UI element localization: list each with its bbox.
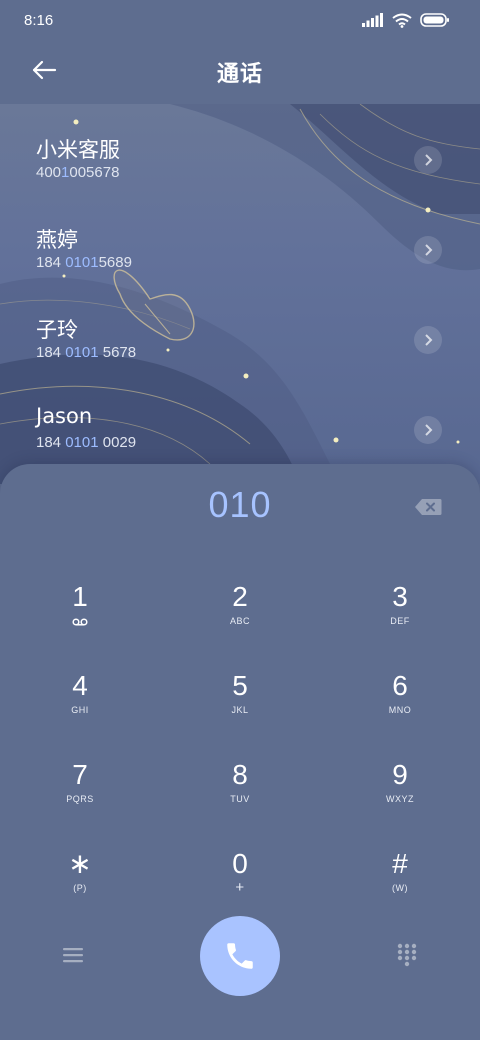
chevron-right-icon bbox=[425, 244, 433, 256]
status-icons bbox=[362, 13, 450, 28]
contact-row[interactable]: Jason 184 0101 0029 bbox=[0, 374, 480, 464]
number-part: 184 bbox=[36, 344, 66, 361]
key-digit: 4 bbox=[72, 670, 88, 701]
key-letters: JKL bbox=[231, 705, 249, 715]
chevron-right-icon bbox=[425, 154, 433, 166]
key-0[interactable]: 0 + bbox=[190, 843, 290, 923]
key-8[interactable]: 8 TUV bbox=[190, 754, 290, 834]
number-part: 184 bbox=[36, 434, 66, 451]
bottom-action-bar bbox=[0, 916, 480, 996]
key-4[interactable]: 4 GHI bbox=[30, 665, 130, 745]
key-digit: 1 bbox=[72, 581, 88, 612]
number-part: 184 bbox=[36, 254, 66, 271]
number-part: 5678 bbox=[98, 344, 137, 361]
contact-detail-button[interactable] bbox=[414, 236, 442, 264]
key-letters: PQRS bbox=[66, 794, 94, 804]
signal-icon bbox=[362, 13, 383, 27]
status-time: 8:16 bbox=[24, 11, 54, 29]
key-digit: 7 bbox=[72, 759, 88, 790]
number-part: 005678 bbox=[69, 164, 120, 181]
key-3[interactable]: 3 DEF bbox=[350, 576, 450, 656]
contact-number: 184 0101 0029 bbox=[36, 434, 136, 451]
contact-detail-button[interactable] bbox=[414, 416, 442, 444]
key-1[interactable]: 1 bbox=[30, 576, 130, 656]
chevron-right-icon bbox=[425, 334, 433, 346]
contact-suggestions: 小米客服 4001005678 燕婷 184 01015689 子玲 184 0… bbox=[0, 104, 480, 484]
key-digit: # bbox=[392, 848, 408, 879]
chevron-right-icon bbox=[425, 424, 433, 436]
key-2[interactable]: 2 ABC bbox=[190, 576, 290, 656]
key-letters: + bbox=[235, 879, 245, 896]
key-7[interactable]: 7 PQRS bbox=[30, 754, 130, 834]
contact-name: Jason bbox=[36, 404, 93, 428]
backspace-icon bbox=[415, 499, 442, 515]
battery-icon bbox=[420, 13, 449, 27]
number-match: 0101 bbox=[65, 254, 99, 271]
key-letters: (P) bbox=[73, 883, 87, 893]
key-star[interactable]: ∗ (P) bbox=[30, 843, 130, 923]
keypad-icon bbox=[397, 943, 417, 967]
page-title: 通话 bbox=[216, 61, 263, 86]
contact-detail-button[interactable] bbox=[414, 326, 442, 354]
key-digit: 9 bbox=[392, 759, 408, 790]
key-6[interactable]: 6 MNO bbox=[350, 665, 450, 745]
app-header: 通话 bbox=[0, 40, 480, 104]
key-letters: WXYZ bbox=[386, 794, 414, 804]
contact-name: 小米客服 bbox=[36, 138, 120, 162]
key-digit: 3 bbox=[392, 581, 408, 612]
key-letters: TUV bbox=[230, 794, 250, 804]
key-5[interactable]: 5 JKL bbox=[190, 665, 290, 745]
contact-number: 4001005678 bbox=[36, 164, 119, 181]
key-digit: 0 bbox=[232, 848, 248, 879]
keypad-toggle-button[interactable] bbox=[392, 940, 422, 970]
dialed-number[interactable]: 010 bbox=[0, 484, 480, 526]
menu-button[interactable] bbox=[58, 940, 88, 970]
delete-button[interactable] bbox=[414, 498, 442, 516]
key-letters: (W) bbox=[392, 883, 408, 893]
contact-row[interactable]: 子玲 184 0101 5678 bbox=[0, 284, 480, 374]
contact-name: 子玲 bbox=[36, 318, 78, 342]
wifi-icon bbox=[392, 13, 412, 28]
contact-detail-button[interactable] bbox=[414, 146, 442, 174]
contact-name: 燕婷 bbox=[36, 228, 78, 252]
key-9[interactable]: 9 WXYZ bbox=[350, 754, 450, 834]
menu-icon bbox=[63, 948, 83, 963]
key-digit: 6 bbox=[392, 670, 408, 701]
key-digit: ∗ bbox=[68, 848, 92, 879]
call-button[interactable] bbox=[200, 916, 280, 996]
number-part: 5689 bbox=[98, 254, 132, 271]
key-digit: 5 bbox=[232, 670, 248, 701]
number-match: 0101 bbox=[65, 434, 99, 451]
key-letters: MNO bbox=[388, 705, 412, 715]
number-part: 400 bbox=[36, 164, 62, 181]
number-match: 0101 bbox=[65, 344, 99, 361]
key-digit: 8 bbox=[232, 759, 248, 790]
key-hash[interactable]: # (W) bbox=[350, 843, 450, 923]
contact-row[interactable]: 小米客服 4001005678 bbox=[0, 104, 480, 194]
voicemail-icon bbox=[72, 618, 88, 626]
key-letters: DEF bbox=[390, 616, 410, 626]
contact-row[interactable]: 燕婷 184 01015689 bbox=[0, 194, 480, 284]
status-bar: 8:16 bbox=[0, 0, 480, 40]
key-letters: GHI bbox=[71, 705, 89, 715]
number-part: 0029 bbox=[98, 434, 137, 451]
contact-number: 184 0101 5678 bbox=[36, 344, 136, 361]
phone-icon bbox=[227, 943, 253, 969]
key-digit: 2 bbox=[232, 581, 248, 612]
contact-number: 184 01015689 bbox=[36, 254, 132, 271]
key-letters: ABC bbox=[229, 616, 250, 626]
